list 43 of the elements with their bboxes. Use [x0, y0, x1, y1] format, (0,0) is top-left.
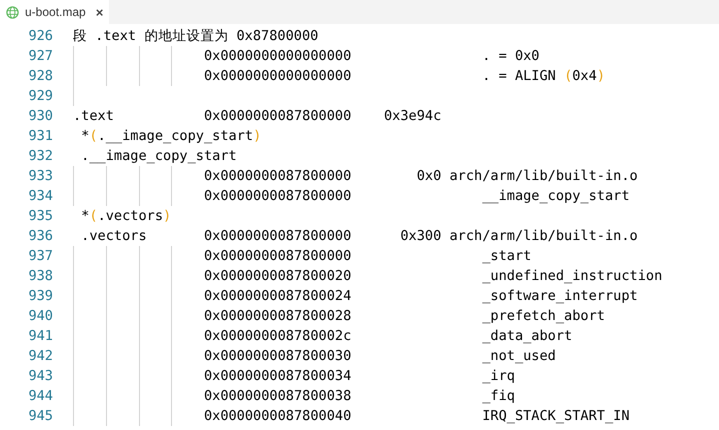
line-number: 939: [27, 287, 53, 306]
close-button[interactable]: ×: [96, 6, 104, 18]
code-line: *(.__image_copy_start): [80, 128, 262, 144]
line-number: 927: [27, 47, 53, 66]
line-number: 930: [27, 107, 53, 126]
code-line: 段 .text 的地址设置为 0x87800000: [73, 28, 318, 44]
line-number: 937: [27, 247, 53, 266]
code-line: 0x0000000000000000 . = 0x0: [202, 48, 540, 64]
line-number: 943: [27, 367, 53, 386]
line-number: 938: [27, 267, 53, 286]
tab-title: u-boot.map: [25, 4, 86, 21]
line-number: 928: [27, 67, 53, 86]
code-line: 0x0000000087800034 _irq: [202, 368, 515, 384]
code-line: 0x0000000087800028 _prefetch_abort: [202, 308, 605, 324]
line-number: 934: [27, 187, 53, 206]
code-line: 0x0000000087800040 IRQ_STACK_START_IN: [202, 408, 630, 424]
line-number: 936: [27, 227, 53, 246]
globe-icon: [6, 6, 19, 18]
line-number: 941: [27, 327, 53, 346]
line-number: 942: [27, 347, 53, 366]
code-line: *(.vectors): [80, 208, 172, 224]
line-number: 929: [27, 87, 53, 106]
code-line: .__image_copy_start: [80, 148, 237, 164]
code-line: 0x0000000087800024 _software_interrupt: [202, 288, 638, 304]
line-number: 932: [27, 147, 53, 166]
line-number: 931: [27, 127, 53, 146]
code-line: 0x0000000087800000 0x0 arch/arm/lib/built-in.o: [202, 168, 638, 184]
code-line: 0x0000000087800000 _start: [202, 248, 532, 264]
code-line: 0x0000000000000000 . = ALIGN (0x4): [202, 68, 605, 84]
line-number: 926: [27, 27, 53, 46]
line-number: 933: [27, 167, 53, 186]
code-line: .vectors 0x0000000087800000 0x300 arch/arm/lib/built-in.o: [80, 228, 638, 244]
code-line: 0x000000008780002c _data_abort: [202, 328, 572, 344]
code-line: 0x0000000087800000 __image_copy_start: [202, 188, 630, 204]
editor-tab[interactable]: u-boot.map ×: [0, 0, 110, 24]
line-number: 945: [27, 407, 53, 426]
code-line: .text 0x0000000087800000 0x3e94c: [73, 108, 442, 124]
line-number: 944: [27, 387, 53, 406]
line-number: 935: [27, 207, 53, 226]
code-line: 0x0000000087800030 _not_used: [202, 348, 556, 364]
code-line: 0x0000000087800020 _undefined_instruction: [202, 268, 662, 284]
line-number: 940: [27, 307, 53, 326]
code-line: 0x0000000087800038 _fiq: [202, 388, 515, 404]
